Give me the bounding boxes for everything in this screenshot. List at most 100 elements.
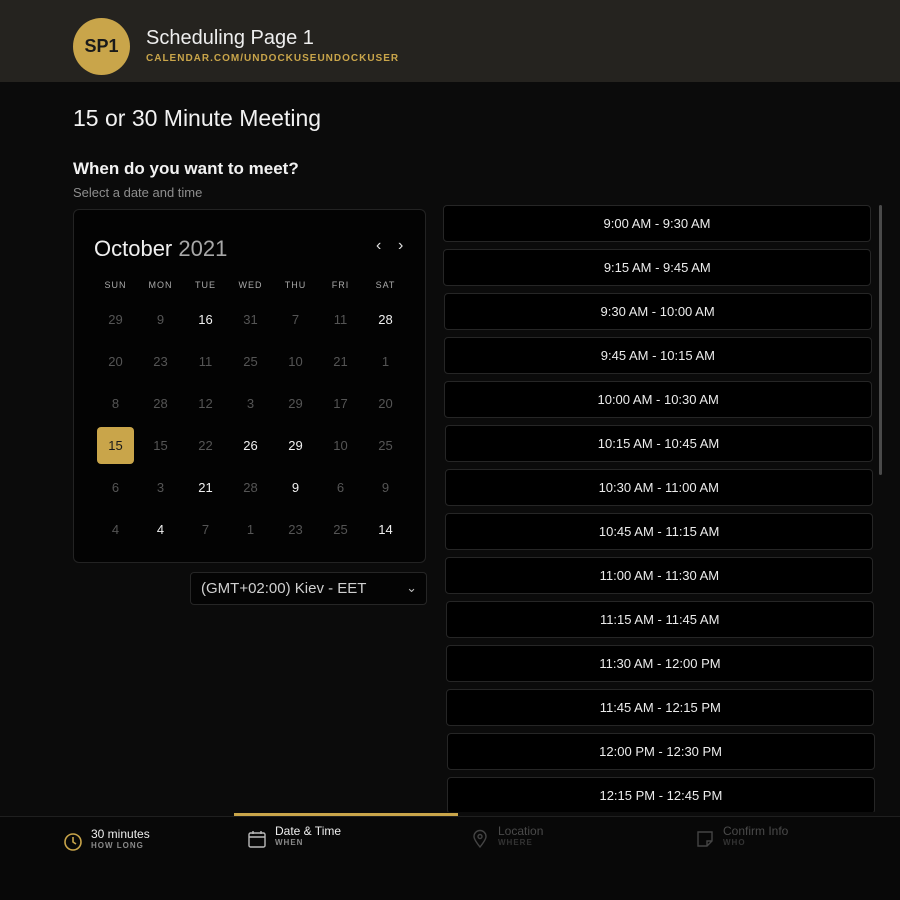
calendar-day: 11: [183, 340, 228, 382]
calendar-day-number: 28: [153, 395, 168, 411]
calendar-day-number: 14: [378, 521, 393, 537]
calendar-day[interactable]: 21: [183, 466, 228, 508]
step-where[interactable]: Location WHERE: [470, 824, 543, 849]
top-bar: SP1 Scheduling Page 1 CALENDAR.COM/UNDOC…: [0, 0, 900, 82]
calendar-day-number: 6: [111, 479, 120, 495]
calendar-day[interactable]: 26: [228, 424, 273, 466]
timezone-select[interactable]: (GMT+02:00) Kiev - EET ⌄: [190, 572, 427, 605]
step-label: Date & Time: [275, 824, 342, 838]
chevron-right-icon[interactable]: ›: [398, 237, 403, 255]
time-slot-button[interactable]: 11:30 AM - 12:00 PM: [446, 645, 874, 682]
calendar-day-number: 7: [291, 311, 300, 327]
step-who[interactable]: Confirm Info WHO: [695, 824, 788, 849]
weekday-label: FRI: [331, 280, 350, 290]
calendar-week: 20 23 11 25 10 21 1: [93, 340, 408, 382]
calendar-day: 1: [363, 340, 408, 382]
weekday-label: TUE: [195, 280, 216, 290]
note-icon: [697, 831, 713, 847]
step-how-long[interactable]: 30 minutes HOW LONG: [63, 827, 150, 852]
time-slot-button[interactable]: 9:00 AM - 9:30 AM: [443, 205, 871, 242]
calendar-day: 22: [183, 424, 228, 466]
time-slot-button[interactable]: 11:00 AM - 11:30 AM: [445, 557, 874, 594]
calendar-day-number: 31: [243, 311, 258, 327]
calendar-day-number: 17: [333, 395, 348, 411]
calendar-day[interactable]: 28: [363, 298, 408, 340]
meeting-question: When do you want to meet?: [73, 159, 299, 178]
calendar-day: 17: [318, 382, 363, 424]
calendar-grid: SUN MON TUE WED THU FRI SAT 29 9 16 31 7 11 28 20 23 11…: [93, 278, 408, 550]
time-slot-button[interactable]: 10:00 AM - 10:30 AM: [444, 381, 873, 418]
calendar-day: 20: [93, 340, 138, 382]
calendar-day: 29: [93, 298, 138, 340]
weekday-label: SAT: [375, 280, 396, 290]
calendar-day-number: 21: [333, 353, 348, 369]
calendar-day-selected[interactable]: 15: [93, 424, 138, 466]
calendar-day-number: 20: [108, 353, 123, 369]
calendar-day-number: 10: [288, 353, 303, 369]
scrollbar[interactable]: [879, 205, 882, 475]
calendar-day-number: 29: [108, 311, 123, 327]
step-sub: HOW LONG: [91, 841, 144, 850]
time-slot-button[interactable]: 12:15 PM - 12:45 PM: [446, 777, 875, 812]
calendar-day-number: 9: [291, 479, 300, 495]
time-slot-button[interactable]: 10:45 AM - 11:15 AM: [445, 513, 874, 550]
timezone-value: (GMT+02:00) Kiev - EET: [201, 580, 367, 597]
calendar-day-number: 29: [288, 395, 303, 411]
calendar-day-number: 29: [288, 437, 303, 453]
calendar-day-number: 25: [333, 521, 348, 537]
chevron-down-icon: ⌄: [406, 580, 417, 595]
calendar-day: 12: [183, 382, 228, 424]
calendar-day: 8: [93, 382, 138, 424]
time-slot-button[interactable]: 11:15 AM - 11:45 AM: [445, 601, 874, 638]
calendar-day-number: 11: [333, 311, 348, 327]
clock-icon: [64, 833, 82, 851]
time-slot-button[interactable]: 9:30 AM - 10:00 AM: [443, 293, 872, 330]
calendar-day-number: 3: [246, 395, 255, 411]
calendar-day: 23: [273, 508, 318, 550]
calendar-month-year: October 2021: [94, 236, 227, 262]
calendar-day[interactable]: 29: [273, 424, 318, 466]
calendar-day-number: 23: [288, 521, 303, 537]
calendar-week: 4 4 7 1 23 25 14: [93, 508, 408, 550]
chevron-left-icon[interactable]: ‹: [376, 237, 381, 255]
step-when[interactable]: Date & Time WHEN: [247, 824, 341, 849]
calendar-day-number: 26: [243, 437, 258, 453]
page-url[interactable]: CALENDAR.COM/UNDOCKUSEUNDOCKUSER: [146, 53, 399, 64]
calendar-day[interactable]: 4: [138, 508, 183, 550]
time-slot-button[interactable]: 9:45 AM - 10:15 AM: [443, 337, 872, 374]
calendar-day[interactable]: 16: [183, 298, 228, 340]
calendar-weeks: 29 9 16 31 7 11 28 20 23 11 25 10 21 1 8 28 12 3 29 17 20 15 1…: [93, 298, 408, 550]
time-slot-button[interactable]: 12:00 PM - 12:30 PM: [446, 733, 875, 770]
weekday-header: SUN MON TUE WED THU FRI SAT: [93, 278, 408, 298]
calendar-day-number: 6: [336, 479, 345, 495]
time-slot-button[interactable]: 10:30 AM - 11:00 AM: [444, 469, 873, 506]
calendar-day-number: 16: [198, 311, 213, 327]
calendar-day-number: 22: [198, 437, 213, 453]
calendar-day[interactable]: 9: [273, 466, 318, 508]
time-slot-button[interactable]: 9:15 AM - 9:45 AM: [443, 249, 872, 286]
calendar-day: 31: [228, 298, 273, 340]
calendar-day: 20: [363, 382, 408, 424]
calendar-day: 4: [93, 508, 138, 550]
calendar-day: 15: [138, 424, 183, 466]
calendar-day: 23: [138, 340, 183, 382]
calendar-day: 3: [228, 382, 273, 424]
calendar-day-number: 23: [153, 353, 168, 369]
time-slot-button[interactable]: 10:15 AM - 10:45 AM: [444, 425, 873, 462]
step-sub: WHO: [723, 838, 746, 847]
calendar-icon: [248, 831, 266, 848]
page-name: Scheduling Page 1: [146, 27, 314, 49]
step-sub: WHEN: [275, 838, 304, 847]
step-label: 30 minutes: [91, 827, 150, 841]
calendar-day-number: 28: [378, 311, 393, 327]
calendar-day: 9: [138, 298, 183, 340]
meeting-title: 15 or 30 Minute Meeting: [73, 105, 322, 131]
calendar-day-number: 20: [378, 395, 393, 411]
weekday-label: THU: [284, 280, 307, 290]
calendar-day: 3: [138, 466, 183, 508]
calendar-day: 6: [93, 466, 138, 508]
time-slot-list: 9:00 AM - 9:30 AM 9:15 AM - 9:45 AM 9:30 A…: [443, 205, 875, 812]
time-slot-button[interactable]: 11:45 AM - 12:15 PM: [446, 689, 875, 726]
calendar-day[interactable]: 14: [363, 508, 408, 550]
step-sub: WHERE: [498, 838, 533, 847]
